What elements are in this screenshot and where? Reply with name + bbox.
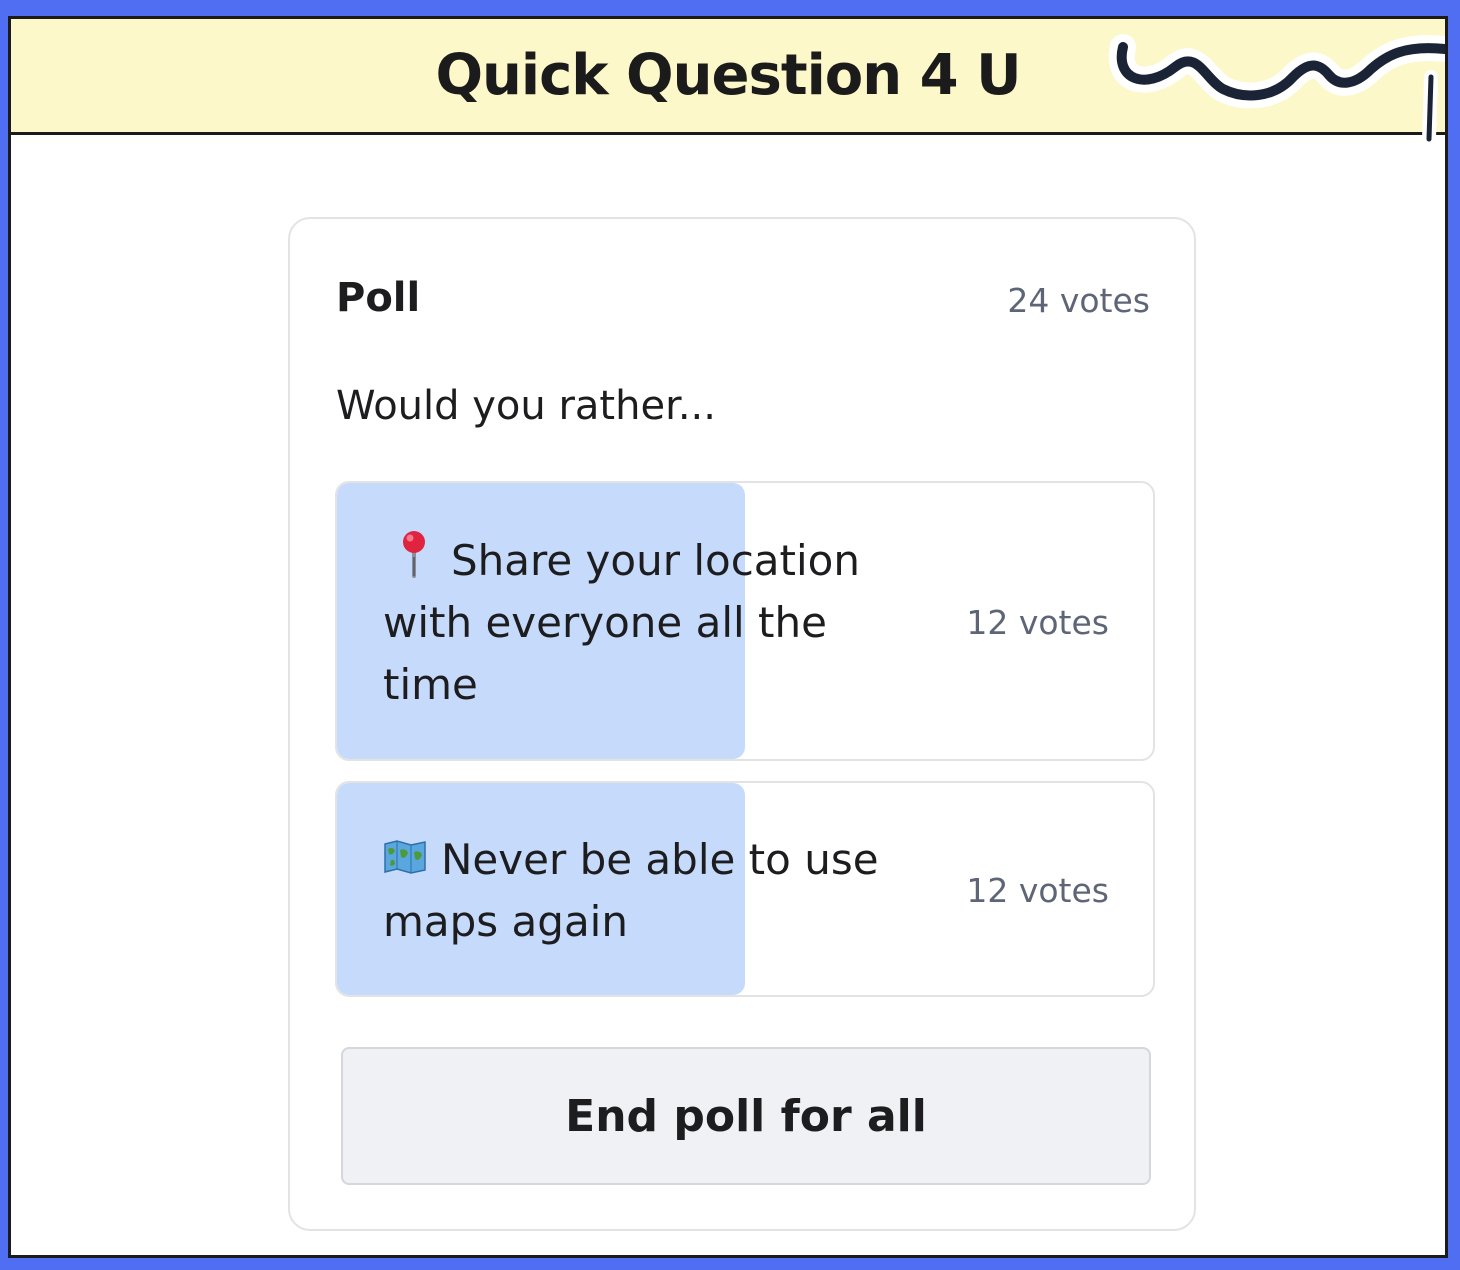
option-vote-count: 12 votes [966, 871, 1109, 910]
option-vote-count: 12 votes [966, 603, 1109, 642]
scribble-decoration-icon [1108, 34, 1445, 146]
poll-label: Poll [336, 275, 421, 321]
poll-question: Would you rather... [336, 383, 716, 429]
app-window: Quick Question 4 U Poll 24 votes Would y… [8, 16, 1448, 1258]
poll-option-no-maps[interactable]: Never be able to use maps again 12 votes [335, 781, 1155, 997]
end-poll-button[interactable]: End poll for all [341, 1047, 1151, 1185]
window-title: Quick Question 4 U [435, 43, 1021, 108]
total-votes: 24 votes [1007, 281, 1150, 320]
poll-option-share-location[interactable]: Share your location with everyone all th… [335, 481, 1155, 761]
option-label: Never be able to use maps again [383, 835, 879, 946]
option-label: Share your location with everyone all th… [383, 536, 860, 709]
world-map-icon [384, 840, 426, 874]
poll-card: Poll 24 votes Would you rather... Share … [288, 217, 1196, 1231]
round-pushpin-icon [403, 531, 425, 578]
option-text: Share your location with everyone all th… [383, 529, 903, 716]
option-text: Never be able to use maps again [383, 829, 903, 953]
